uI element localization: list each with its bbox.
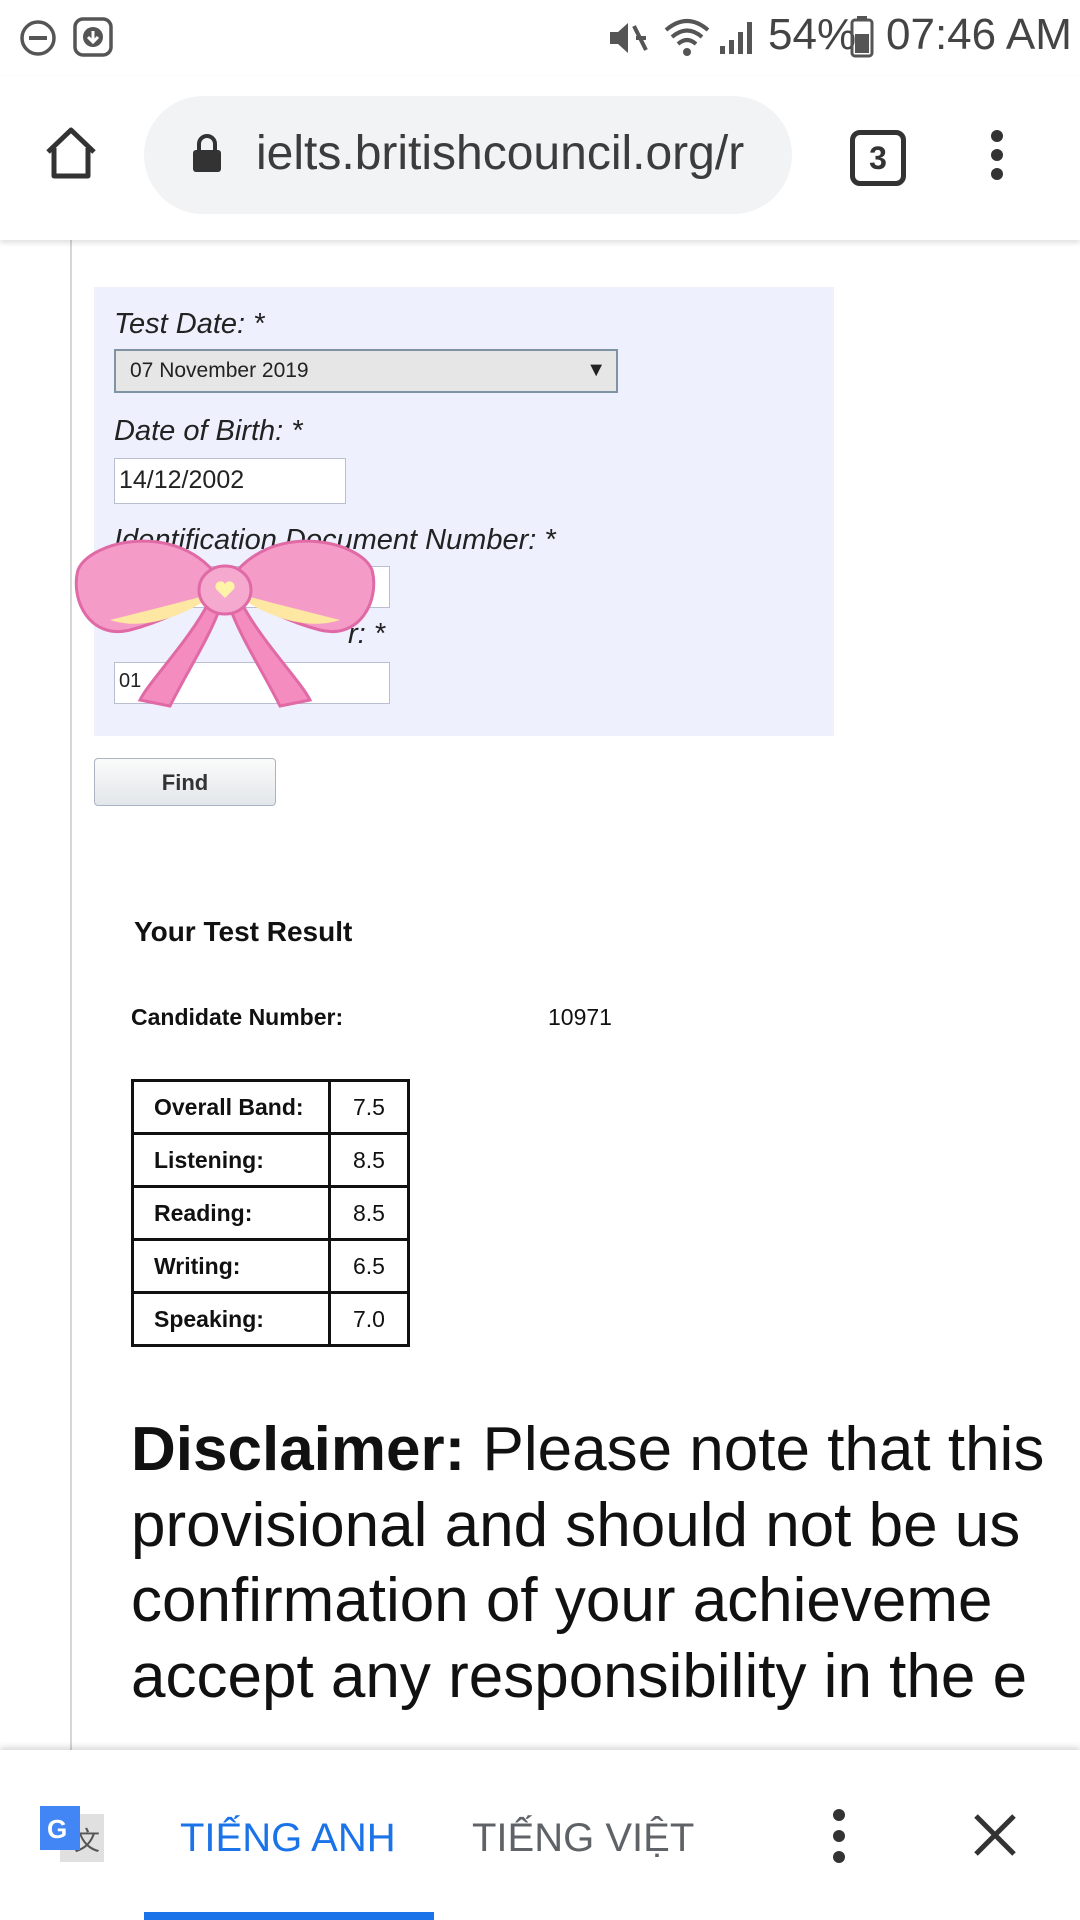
active-tab-indicator: [144, 1912, 434, 1920]
lock-icon: [193, 134, 221, 172]
candidate-number-value: 10971: [548, 1004, 612, 1030]
download-icon: [73, 17, 113, 57]
translate-more-icon[interactable]: [826, 1806, 852, 1866]
translate-bar: 文 G TIẾNG ANH TIẾNG VIỆT: [0, 1750, 1080, 1920]
page-border-line: [70, 240, 72, 1750]
score-label: Writing:: [131, 1238, 331, 1294]
dropdown-arrow-icon: ▼: [586, 359, 606, 381]
tab-switcher-button[interactable]: 3: [850, 130, 906, 186]
table-row: Speaking: 7.0: [131, 1291, 410, 1347]
score-table: Overall Band: 7.5 Listening: 8.5 Reading…: [131, 1079, 410, 1347]
tab-source-language[interactable]: TIẾNG ANH: [180, 1816, 396, 1861]
url-text: ielts.britishcouncil.org/r: [256, 127, 745, 180]
signal-icon: [720, 22, 752, 54]
url-bar[interactable]: ielts.britishcouncil.org/r: [144, 96, 792, 214]
disclaimer-line-1: Disclaimer: Please note that this: [131, 1412, 1080, 1488]
tab-target-language[interactable]: TIẾNG VIỆT: [472, 1816, 694, 1861]
clock: 07:46 AM: [886, 10, 1072, 59]
disclaimer-line-2: provisional and should not be us: [131, 1490, 1021, 1560]
home-icon[interactable]: [42, 124, 100, 182]
score-value: 6.5: [328, 1238, 410, 1294]
disclaimer-line-4: accept any responsibility in the e: [131, 1641, 1028, 1711]
test-date-label: Test Date: *: [114, 308, 265, 340]
disclaimer-text: Disclaimer: Please note that this provis…: [131, 1412, 1080, 1715]
disclaimer-line-3: confirmation of your achieveme: [131, 1566, 993, 1636]
table-row: Overall Band: 7.5: [131, 1079, 410, 1135]
find-button[interactable]: Find: [94, 758, 276, 806]
score-value: 7.5: [328, 1079, 410, 1135]
wifi-icon: [664, 19, 710, 56]
score-label: Speaking:: [131, 1291, 331, 1347]
do-not-disturb-icon: [20, 20, 56, 56]
battery-percent: 54%: [768, 10, 857, 59]
disclaimer-line-1-text: Please note that this: [465, 1415, 1045, 1484]
svg-text:G: G: [47, 1814, 67, 1844]
table-row: Listening: 8.5: [131, 1132, 410, 1188]
mute-icon: [610, 23, 648, 53]
browser-toolbar: ielts.britishcouncil.org/r 3: [0, 76, 1080, 240]
status-bar: 54% 07:46 AM: [0, 0, 1080, 76]
bow-sticker-icon: [74, 539, 376, 708]
close-icon[interactable]: [972, 1812, 1018, 1858]
score-value: 8.5: [328, 1132, 410, 1188]
google-translate-icon: 文 G: [40, 1806, 104, 1862]
dob-input[interactable]: 14/12/2002: [114, 458, 346, 504]
more-icon[interactable]: [982, 128, 1012, 182]
candidate-number-label: Candidate Number:: [131, 1004, 344, 1030]
disclaimer-heading: Disclaimer:: [131, 1415, 466, 1484]
score-label: Overall Band:: [131, 1079, 331, 1135]
table-row: Writing: 6.5: [131, 1238, 410, 1294]
score-label: Listening:: [131, 1132, 331, 1188]
battery-icon: [850, 16, 874, 58]
result-heading: Your Test Result: [134, 916, 353, 947]
web-page: Test Date: * 07 November 2019 ▼ Date of …: [0, 240, 1080, 1750]
dob-label: Date of Birth: *: [114, 415, 303, 447]
test-date-select[interactable]: 07 November 2019 ▼: [114, 349, 618, 393]
score-value: 8.5: [328, 1185, 410, 1241]
table-row: Reading: 8.5: [131, 1185, 410, 1241]
score-label: Reading:: [131, 1185, 331, 1241]
test-date-value: 07 November 2019: [130, 359, 309, 382]
score-value: 7.0: [328, 1291, 410, 1347]
